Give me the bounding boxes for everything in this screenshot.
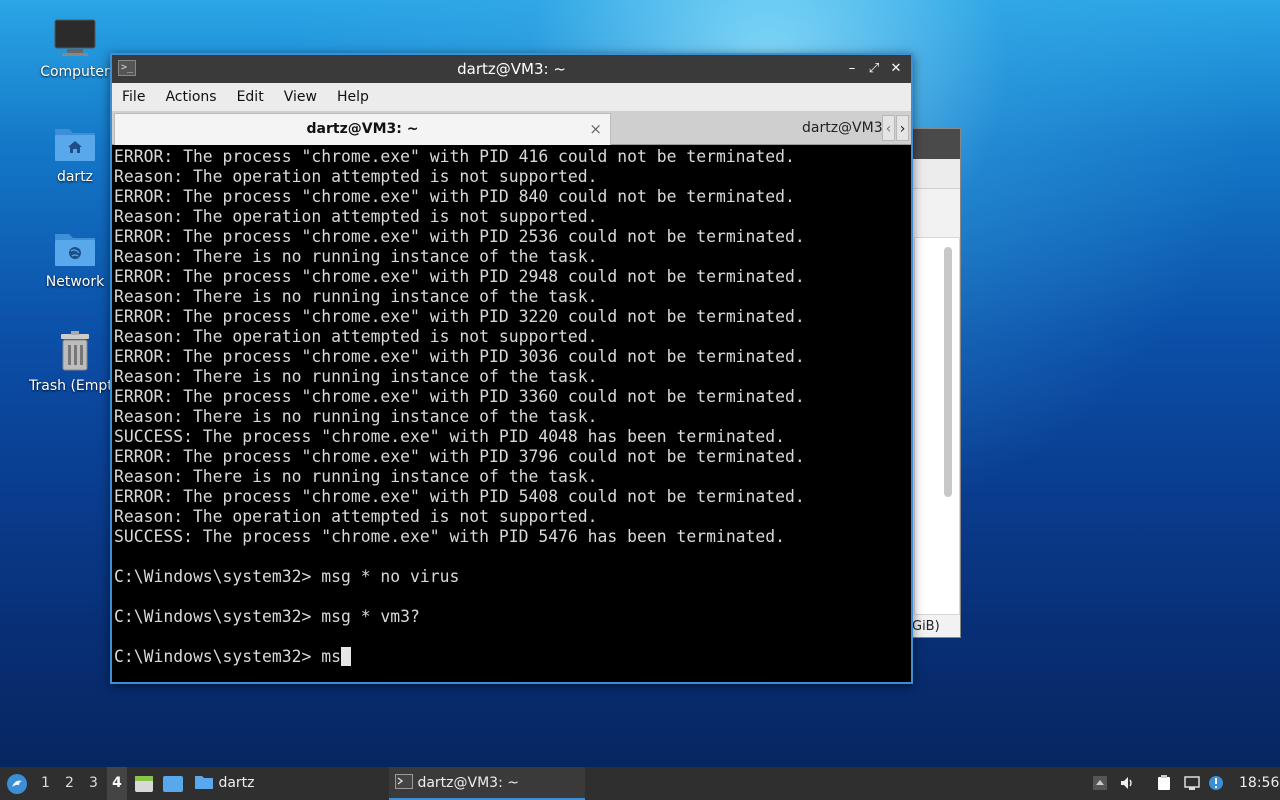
terminal-line: Reason: There is no running instance of … — [114, 247, 598, 266]
terminal-line: C:\Windows\system32> msg * no virus — [114, 567, 460, 586]
task-terminal[interactable]: dartz@VM3: ~ — [389, 767, 585, 800]
desktop-icon-computer[interactable]: Computer — [27, 18, 123, 80]
terminal-line: ERROR: The process "chrome.exe" with PID… — [114, 347, 805, 366]
terminal-titlebar[interactable]: >_ dartz@VM3: ~ – ⤢ ✕ — [112, 55, 911, 83]
desktop-launcher-icon[interactable] — [162, 775, 184, 793]
menu-bar: File Actions Edit View Help — [112, 83, 911, 111]
menu-help[interactable]: Help — [327, 89, 379, 105]
menu-edit[interactable]: Edit — [227, 89, 274, 105]
terminal-line: Reason: The operation attempted is not s… — [114, 167, 598, 186]
app-menu-icon[interactable] — [6, 773, 28, 795]
workspace-2[interactable]: 2 — [65, 767, 74, 800]
menu-file[interactable]: File — [112, 89, 155, 105]
desktop-icon-label: Network — [45, 274, 105, 290]
background-window-titlebar[interactable] — [906, 129, 960, 159]
desktop-icon-trash[interactable]: Trash (Empty) — [27, 330, 123, 394]
terminal-icon — [395, 774, 413, 789]
clock[interactable]: 18:56 — [1239, 767, 1279, 800]
terminal-line: ERROR: The process "chrome.exe" with PID… — [114, 147, 795, 166]
terminal-line: ERROR: The process "chrome.exe" with PID… — [114, 227, 805, 246]
tab-bar: dartz@VM3: ~ × dartz@VM3: ~ ‹ › — [112, 111, 911, 145]
volume-icon[interactable] — [1119, 775, 1135, 791]
desktop-icon-home[interactable]: dartz — [27, 123, 123, 185]
background-file-manager-window[interactable]: GiB) — [905, 128, 961, 638]
maximize-button[interactable]: ⤢ — [863, 55, 885, 83]
tab-label: dartz@VM3: ~ — [306, 121, 419, 137]
network-folder-icon — [55, 234, 95, 266]
computer-icon — [54, 19, 96, 56]
minimize-button[interactable]: – — [841, 55, 863, 83]
notification-icon[interactable] — [1208, 775, 1224, 791]
workspace-3[interactable]: 3 — [89, 767, 98, 800]
tab-close-icon[interactable]: × — [589, 114, 602, 144]
terminal-line: Reason: There is no running instance of … — [114, 367, 598, 386]
task-label: dartz — [218, 775, 255, 791]
close-button[interactable]: ✕ — [885, 55, 907, 83]
background-window-size-text: GiB) — [912, 619, 940, 634]
task-file-manager[interactable]: dartz — [194, 767, 374, 800]
terminal-line: ERROR: The process "chrome.exe" with PID… — [114, 487, 805, 506]
terminal-line: SUCCESS: The process "chrome.exe" with P… — [114, 427, 786, 446]
tab-scroll-left-icon[interactable]: ‹ — [882, 115, 895, 141]
trash-icon — [61, 331, 89, 371]
background-window-scrollbar[interactable] — [944, 247, 952, 497]
tab-inactive[interactable]: dartz@VM3: ~ — [802, 113, 886, 145]
terminal-line: ERROR: The process "chrome.exe" with PID… — [114, 447, 805, 466]
terminal-icon: >_ — [118, 60, 136, 76]
terminal-line: Reason: There is no running instance of … — [114, 407, 598, 426]
terminal-line: ERROR: The process "chrome.exe" with PID… — [114, 267, 805, 286]
menu-actions[interactable]: Actions — [155, 89, 226, 105]
terminal-line: Reason: There is no running instance of … — [114, 287, 598, 306]
terminal-window[interactable]: >_ dartz@VM3: ~ – ⤢ ✕ File Actions Edit … — [110, 53, 913, 684]
terminal-line: SUCCESS: The process "chrome.exe" with P… — [114, 527, 786, 546]
tab-scroll-right-icon[interactable]: › — [896, 115, 909, 141]
desktop-icon-label: dartz — [56, 169, 94, 185]
clipboard-icon[interactable] — [1156, 775, 1172, 791]
terminal-line: Reason: The operation attempted is not s… — [114, 327, 598, 346]
network-icon[interactable] — [1184, 775, 1200, 791]
task-label: dartz@VM3: ~ — [417, 775, 519, 791]
background-window-toolbar — [906, 159, 960, 189]
prompt-line[interactable]: C:\Windows\system32> ms — [114, 647, 911, 667]
prompt: C:\Windows\system32> — [114, 647, 322, 666]
background-window-pane — [914, 237, 960, 615]
current-input: ms — [321, 647, 341, 666]
terminal-line: Reason: The operation attempted is not s… — [114, 507, 598, 526]
terminal-line: C:\Windows\system32> msg * vm3? — [114, 607, 420, 626]
terminal-line: Reason: There is no running instance of … — [114, 467, 598, 486]
terminal-line: Reason: The operation attempted is not s… — [114, 207, 598, 226]
folder-icon — [195, 776, 213, 789]
terminal-line: ERROR: The process "chrome.exe" with PID… — [114, 187, 795, 206]
desktop-icon-label: Trash (Empty) — [29, 378, 123, 394]
terminal-output[interactable]: ERROR: The process "chrome.exe" with PID… — [112, 145, 911, 682]
window-title: dartz@VM3: ~ — [457, 60, 566, 78]
terminal-line: ERROR: The process "chrome.exe" with PID… — [114, 307, 805, 326]
desktop-icon-network[interactable]: Network — [27, 228, 123, 290]
taskbar: 1 2 3 4 dartz dartz@VM3: ~ 18:56 — [0, 767, 1280, 800]
tray-up-arrow-icon[interactable] — [1092, 775, 1108, 791]
tab-active[interactable]: dartz@VM3: ~ × — [114, 113, 611, 145]
workspace-1[interactable]: 1 — [41, 767, 50, 800]
home-folder-icon — [55, 129, 95, 161]
text-cursor — [340, 647, 351, 666]
desktop-icon-label: Computer — [40, 64, 110, 80]
terminal-line: ERROR: The process "chrome.exe" with PID… — [114, 387, 805, 406]
workspace-4[interactable]: 4 — [107, 767, 127, 800]
files-launcher-icon[interactable] — [134, 775, 154, 793]
tab-label: dartz@VM3: ~ — [802, 120, 886, 136]
menu-view[interactable]: View — [274, 89, 327, 105]
